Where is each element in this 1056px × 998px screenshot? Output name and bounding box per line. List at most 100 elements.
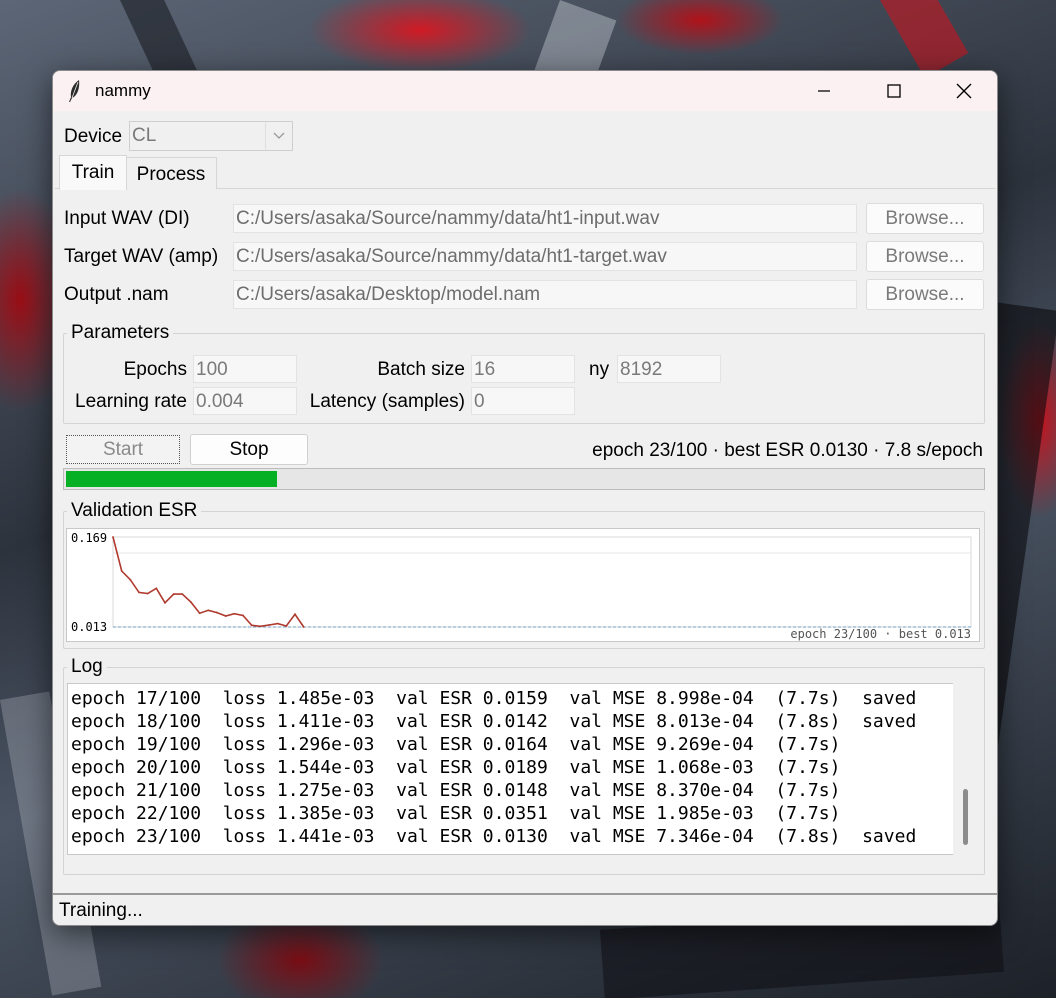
- start-button[interactable]: Start: [66, 435, 180, 464]
- input-wav-field[interactable]: C:/Users/asaka/Source/nammy/data/ht1-inp…: [233, 204, 857, 233]
- input-wav-path: C:/Users/asaka/Source/nammy/data/ht1-inp…: [236, 208, 660, 229]
- output-nam-label: Output .nam: [64, 284, 169, 305]
- esr-data-point: [285, 625, 288, 627]
- feather-icon: [69, 80, 80, 102]
- tab-process-label: Process: [136, 164, 206, 185]
- plot-area: [112, 536, 972, 628]
- esr-chart-svg: 0.169 0.013 epoch 23/100 · best 0.013: [71, 531, 972, 641]
- log-line: epoch 21/100 loss 1.275e-03 val ESR 0.01…: [71, 780, 841, 801]
- chart-footer: epoch 23/100 · best 0.013: [790, 627, 971, 641]
- start-label: Start: [102, 439, 144, 460]
- esr-data-point: [233, 612, 236, 615]
- chevron-down-icon: [273, 132, 285, 139]
- esr-data-point: [155, 587, 158, 590]
- tab-process[interactable]: Process: [125, 157, 217, 189]
- esr-data-point: [250, 624, 253, 627]
- esr-data-point: [164, 601, 166, 604]
- y-max-label: 0.169: [71, 531, 107, 545]
- output-browse-button[interactable]: Browse...: [866, 279, 984, 310]
- minimize-icon: [818, 90, 830, 92]
- y-min-label: 0.013: [71, 620, 107, 634]
- epochs-label: Epochs: [123, 359, 187, 380]
- ny-field[interactable]: 8192: [617, 355, 721, 383]
- maximize-button[interactable]: [859, 71, 929, 111]
- esr-data-point: [216, 611, 218, 614]
- target-browse-button[interactable]: Browse...: [866, 241, 984, 272]
- esr-data-point: [276, 622, 279, 625]
- latency-label: Latency (samples): [309, 391, 465, 412]
- output-nam-path: C:/Users/asaka/Desktop/model.nam: [236, 284, 541, 305]
- target-wav-path: C:/Users/asaka/Source/nammy/data/ht1-tar…: [236, 246, 667, 267]
- esr-data-point: [294, 613, 296, 616]
- log-scrollbar-thumb[interactable]: [963, 789, 968, 845]
- device-value: CL: [132, 125, 157, 146]
- log-line: epoch 20/100 loss 1.544e-03 val ESR 0.01…: [71, 757, 841, 778]
- esr-data-point: [129, 578, 132, 581]
- esr-data-point: [224, 615, 227, 617]
- esr-data-point: [138, 591, 140, 594]
- batch-size-field[interactable]: 16: [471, 355, 575, 383]
- status-bar-text: Training...: [59, 900, 143, 921]
- batch-size-label: Batch size: [377, 359, 465, 380]
- app-window: nammy Device CL Train Process Input WAV …: [52, 70, 998, 926]
- window-title: nammy: [95, 81, 151, 100]
- learning-rate-value: 0.004: [196, 391, 244, 412]
- validation-esr-chart: 0.169 0.013 epoch 23/100 · best 0.013: [66, 528, 980, 642]
- log-textbox[interactable]: epoch 17/100 loss 1.485e-03 val ESR 0.01…: [67, 683, 953, 855]
- stop-label: Stop: [229, 439, 269, 460]
- esr-data-point: [242, 614, 244, 617]
- esr-data-point: [259, 625, 262, 628]
- epochs-field[interactable]: 100: [193, 355, 297, 383]
- training-status: epoch 23/100 · best ESR 0.0130 · 7.8 s/e…: [592, 440, 983, 461]
- output-nam-field[interactable]: C:/Users/asaka/Desktop/model.nam: [233, 280, 857, 309]
- target-browse-label: Browse...: [885, 246, 965, 267]
- input-browse-button[interactable]: Browse...: [866, 203, 984, 234]
- log-title: Log: [67, 656, 107, 678]
- esr-data-point: [172, 593, 175, 596]
- wallpaper-shape: [880, 0, 969, 78]
- esr-data-point: [190, 601, 192, 604]
- esr-data-point: [181, 593, 184, 596]
- learning-rate-field[interactable]: 0.004: [193, 387, 297, 415]
- esr-data-point: [207, 609, 210, 612]
- validation-esr-title: Validation ESR: [67, 500, 202, 522]
- progress-fill: [66, 471, 277, 487]
- stop-button[interactable]: Stop: [190, 434, 308, 465]
- input-browse-label: Browse...: [885, 208, 965, 229]
- target-wav-field[interactable]: C:/Users/asaka/Source/nammy/data/ht1-tar…: [233, 242, 857, 271]
- esr-data-point: [146, 592, 149, 595]
- learning-rate-label: Learning rate: [75, 391, 187, 412]
- log-line: epoch 22/100 loss 1.385e-03 val ESR 0.03…: [71, 803, 841, 824]
- input-wav-label: Input WAV (DI): [64, 208, 190, 229]
- device-select[interactable]: CL: [129, 121, 293, 151]
- target-wav-label: Target WAV (amp): [64, 246, 219, 267]
- ny-value: 8192: [620, 359, 663, 380]
- esr-data-point: [268, 624, 270, 626]
- parameters-title: Parameters: [67, 322, 174, 344]
- output-browse-label: Browse...: [885, 284, 965, 305]
- esr-data-point: [112, 536, 114, 538]
- latency-value: 0: [474, 391, 485, 412]
- log-line: epoch 18/100 loss 1.411e-03 val ESR 0.01…: [71, 711, 917, 732]
- esr-data-point: [302, 626, 305, 628]
- esr-data-point: [198, 612, 201, 615]
- ny-label: ny: [589, 359, 610, 380]
- training-progress-bar: [63, 468, 985, 490]
- maximize-icon: [887, 84, 901, 98]
- close-icon: [956, 83, 972, 99]
- esr-data-point: [120, 570, 123, 572]
- device-dropdown-button[interactable]: [265, 122, 292, 150]
- log-line: epoch 19/100 loss 1.296e-03 val ESR 0.01…: [71, 734, 841, 755]
- batch-size-value: 16: [474, 359, 496, 380]
- title-bar[interactable]: nammy: [53, 71, 997, 111]
- epochs-value: 100: [196, 359, 228, 380]
- log-line: epoch 23/100 loss 1.441e-03 val ESR 0.01…: [71, 826, 917, 847]
- latency-field[interactable]: 0: [471, 387, 575, 415]
- status-bar: Training...: [53, 893, 997, 925]
- minimize-button[interactable]: [789, 71, 859, 111]
- log-line: epoch 17/100 loss 1.485e-03 val ESR 0.01…: [71, 688, 917, 709]
- close-button[interactable]: [929, 71, 997, 111]
- device-label: Device: [64, 126, 123, 147]
- tab-train-label: Train: [71, 162, 115, 183]
- tab-train[interactable]: Train: [59, 155, 127, 190]
